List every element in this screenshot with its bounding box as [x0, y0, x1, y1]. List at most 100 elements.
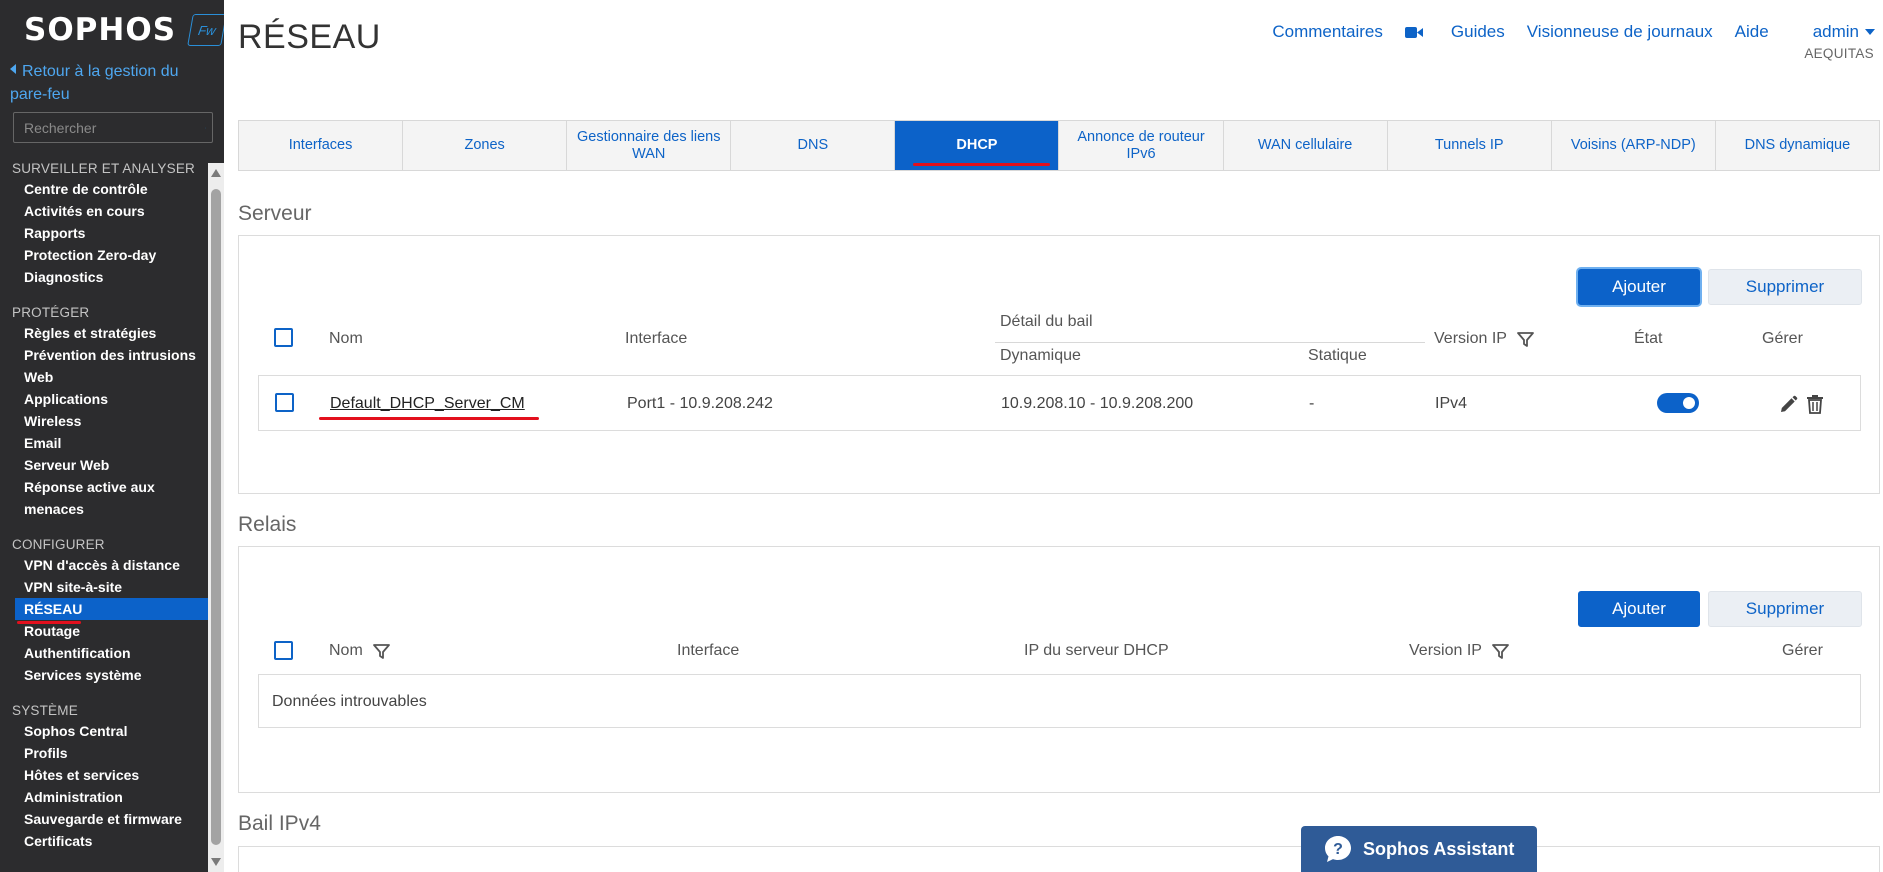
sidebar-item-rules-policies[interactable]: Règles et stratégies — [0, 322, 208, 344]
relay-panel: Ajouter Supprimer Nom Interface IP du se… — [238, 546, 1880, 793]
lease-section-title: Bail IPv4 — [238, 812, 321, 835]
tab-interfaces[interactable]: Interfaces — [239, 121, 404, 170]
nav-group-configure: CONFIGURER VPN d'accès à distance VPN si… — [0, 535, 208, 686]
back-arrow-icon — [10, 64, 16, 74]
scroll-thumb[interactable] — [211, 189, 221, 845]
user-name: admin — [1812, 22, 1859, 41]
tab-dhcp[interactable]: DHCP — [895, 121, 1060, 170]
sidebar-item-backup-firmware[interactable]: Sauvegarde et firmware — [0, 808, 208, 830]
empty-row: Données introuvables — [258, 674, 1861, 728]
sidebar-item-wireless[interactable]: Wireless — [0, 410, 208, 432]
sidebar-item-routing[interactable]: Routage — [0, 620, 208, 642]
sidebar-item-active-threat-response[interactable]: Réponse active aux menaces — [0, 476, 208, 520]
sophos-assistant-button[interactable]: ? Sophos Assistant — [1301, 826, 1537, 872]
lease-panel — [238, 846, 1880, 872]
sidebar-item-remote-access-vpn[interactable]: VPN d'accès à distance — [0, 554, 208, 576]
nav-group-title: SURVEILLER ET ANALYSER — [12, 161, 195, 176]
sidebar-item-profiles[interactable]: Profils — [0, 742, 208, 764]
sidebar-item-reports[interactable]: Rapports — [0, 222, 208, 244]
server-col-name: Nom — [329, 330, 363, 347]
tab-dns[interactable]: DNS — [731, 121, 896, 170]
row-checkbox[interactable] — [275, 393, 294, 412]
tab-wan-link-manager[interactable]: Gestionnaire des liens WAN — [567, 121, 732, 170]
search-icon[interactable] — [205, 119, 206, 137]
filter-icon[interactable] — [1517, 331, 1534, 348]
top-links: Commentaires Guides Visionneuse de journ… — [1250, 22, 1875, 42]
log-viewer-link[interactable]: Visionneuse de journaux — [1527, 22, 1713, 42]
sidebar-item-authentication[interactable]: Authentification — [0, 642, 208, 664]
sidebar-nav: SURVEILLER ET ANALYSER Centre de contrôl… — [0, 159, 208, 867]
brand-logo[interactable]: SOPHOS Fw — [24, 12, 224, 48]
sidebar-item-applications[interactable]: Applications — [0, 388, 208, 410]
help-link[interactable]: Aide — [1735, 22, 1769, 42]
relay-delete-button[interactable]: Supprimer — [1708, 591, 1862, 627]
sidebar-item-label: RÉSEAU — [24, 601, 83, 617]
relay-add-button[interactable]: Ajouter — [1578, 591, 1700, 627]
relay-col-name: Nom — [329, 642, 390, 660]
video-camera-icon — [1404, 26, 1423, 38]
page-title: RÉSEAU — [238, 18, 381, 56]
sidebar-item-intrusion-prevention[interactable]: Prévention des intrusions — [0, 344, 208, 366]
toggle-knob — [1683, 397, 1695, 409]
filter-icon[interactable] — [372, 643, 390, 660]
edit-pencil-icon[interactable] — [1778, 395, 1798, 415]
sidebar-item-web-server[interactable]: Serveur Web — [0, 454, 208, 476]
back-to-firewall-link[interactable]: Retour à la gestion du pare-feu — [0, 60, 210, 106]
scroll-down-icon[interactable] — [211, 858, 221, 866]
assistant-label: Sophos Assistant — [1363, 838, 1515, 859]
sidebar-item-web[interactable]: Web — [0, 366, 208, 388]
server-name-link[interactable]: Default_DHCP_Server_CM — [330, 395, 525, 413]
sidebar-item-certificates[interactable]: Certificats — [0, 830, 208, 852]
tab-zones[interactable]: Zones — [403, 121, 568, 170]
server-static-value: - — [1309, 395, 1315, 412]
sidebar-item-administration[interactable]: Administration — [0, 786, 208, 808]
server-col-ip-version: Version IP — [1434, 330, 1534, 348]
user-menu[interactable]: admin — [1791, 22, 1875, 42]
server-delete-button[interactable]: Supprimer — [1708, 269, 1862, 305]
tab-neighbors[interactable]: Voisins (ARP-NDP) — [1552, 121, 1716, 170]
scroll-up-icon[interactable] — [211, 169, 221, 177]
sidebar-item-email[interactable]: Email — [0, 432, 208, 454]
sidebar-item-network[interactable]: RÉSEAU — [15, 598, 208, 624]
server-col-dynamic: Dynamique — [1000, 347, 1081, 364]
tab-ip-tunnels[interactable]: Tunnels IP — [1388, 121, 1552, 170]
nav-group-monitor: SURVEILLER ET ANALYSER Centre de contrôl… — [0, 159, 208, 288]
table-row[interactable]: Default_DHCP_Server_CM Port1 - 10.9.208.… — [258, 375, 1861, 431]
tab-dynamic-dns[interactable]: DNS dynamique — [1716, 121, 1879, 170]
sidebar-item-hosts-services[interactable]: Hôtes et services — [0, 764, 208, 786]
tab-ipv6-router-advertisement[interactable]: Annonce de routeur IPv6 — [1059, 121, 1224, 170]
comments-link[interactable]: Commentaires — [1272, 22, 1383, 42]
server-col-manage: Gérer — [1762, 330, 1803, 347]
sidebar-item-site-to-site-vpn[interactable]: VPN site-à-site — [0, 576, 208, 598]
app-root: SOPHOS Fw Retour à la gestion du pare-fe… — [0, 0, 1883, 872]
server-enabled-toggle[interactable] — [1657, 393, 1699, 413]
empty-message: Données introuvables — [272, 693, 427, 710]
column-label: Nom — [329, 642, 363, 659]
firewall-badge: Fw — [187, 14, 224, 46]
filter-icon[interactable] — [1492, 643, 1509, 660]
annotation-underline — [319, 417, 539, 420]
tenant-name: AEQUITAS — [1804, 46, 1874, 61]
sidebar-item-control-center[interactable]: Centre de contrôle — [0, 178, 208, 200]
relay-col-dhcp-server-ip: IP du serveur DHCP — [1024, 642, 1169, 659]
delete-trash-icon[interactable] — [1805, 394, 1825, 414]
column-label: Version IP — [1434, 330, 1507, 347]
search-input[interactable] — [14, 119, 205, 136]
server-add-button[interactable]: Ajouter — [1578, 269, 1700, 305]
sidebar-item-sophos-central[interactable]: Sophos Central — [0, 720, 208, 742]
sidebar-item-diagnostics[interactable]: Diagnostics — [0, 266, 208, 288]
guides-link[interactable]: Guides — [1404, 22, 1505, 42]
relay-section-title: Relais — [238, 513, 297, 536]
server-select-all-checkbox[interactable] — [274, 328, 293, 347]
sidebar-item-current-activities[interactable]: Activités en cours — [0, 200, 208, 222]
tab-label: DHCP — [956, 137, 998, 153]
nav-group-title: PROTÉGER — [12, 305, 90, 320]
server-col-lease-detail: Détail du bail — [1000, 313, 1093, 330]
sidebar-scrollbar[interactable] — [208, 163, 224, 872]
server-col-state: État — [1634, 330, 1663, 347]
sidebar-item-zero-day[interactable]: Protection Zero-day — [0, 244, 208, 266]
tab-cellular-wan[interactable]: WAN cellulaire — [1224, 121, 1388, 170]
relay-select-all-checkbox[interactable] — [274, 641, 293, 660]
sidebar-item-system-services[interactable]: Services système — [0, 664, 208, 686]
help-bubble-icon: ? — [1325, 836, 1351, 862]
